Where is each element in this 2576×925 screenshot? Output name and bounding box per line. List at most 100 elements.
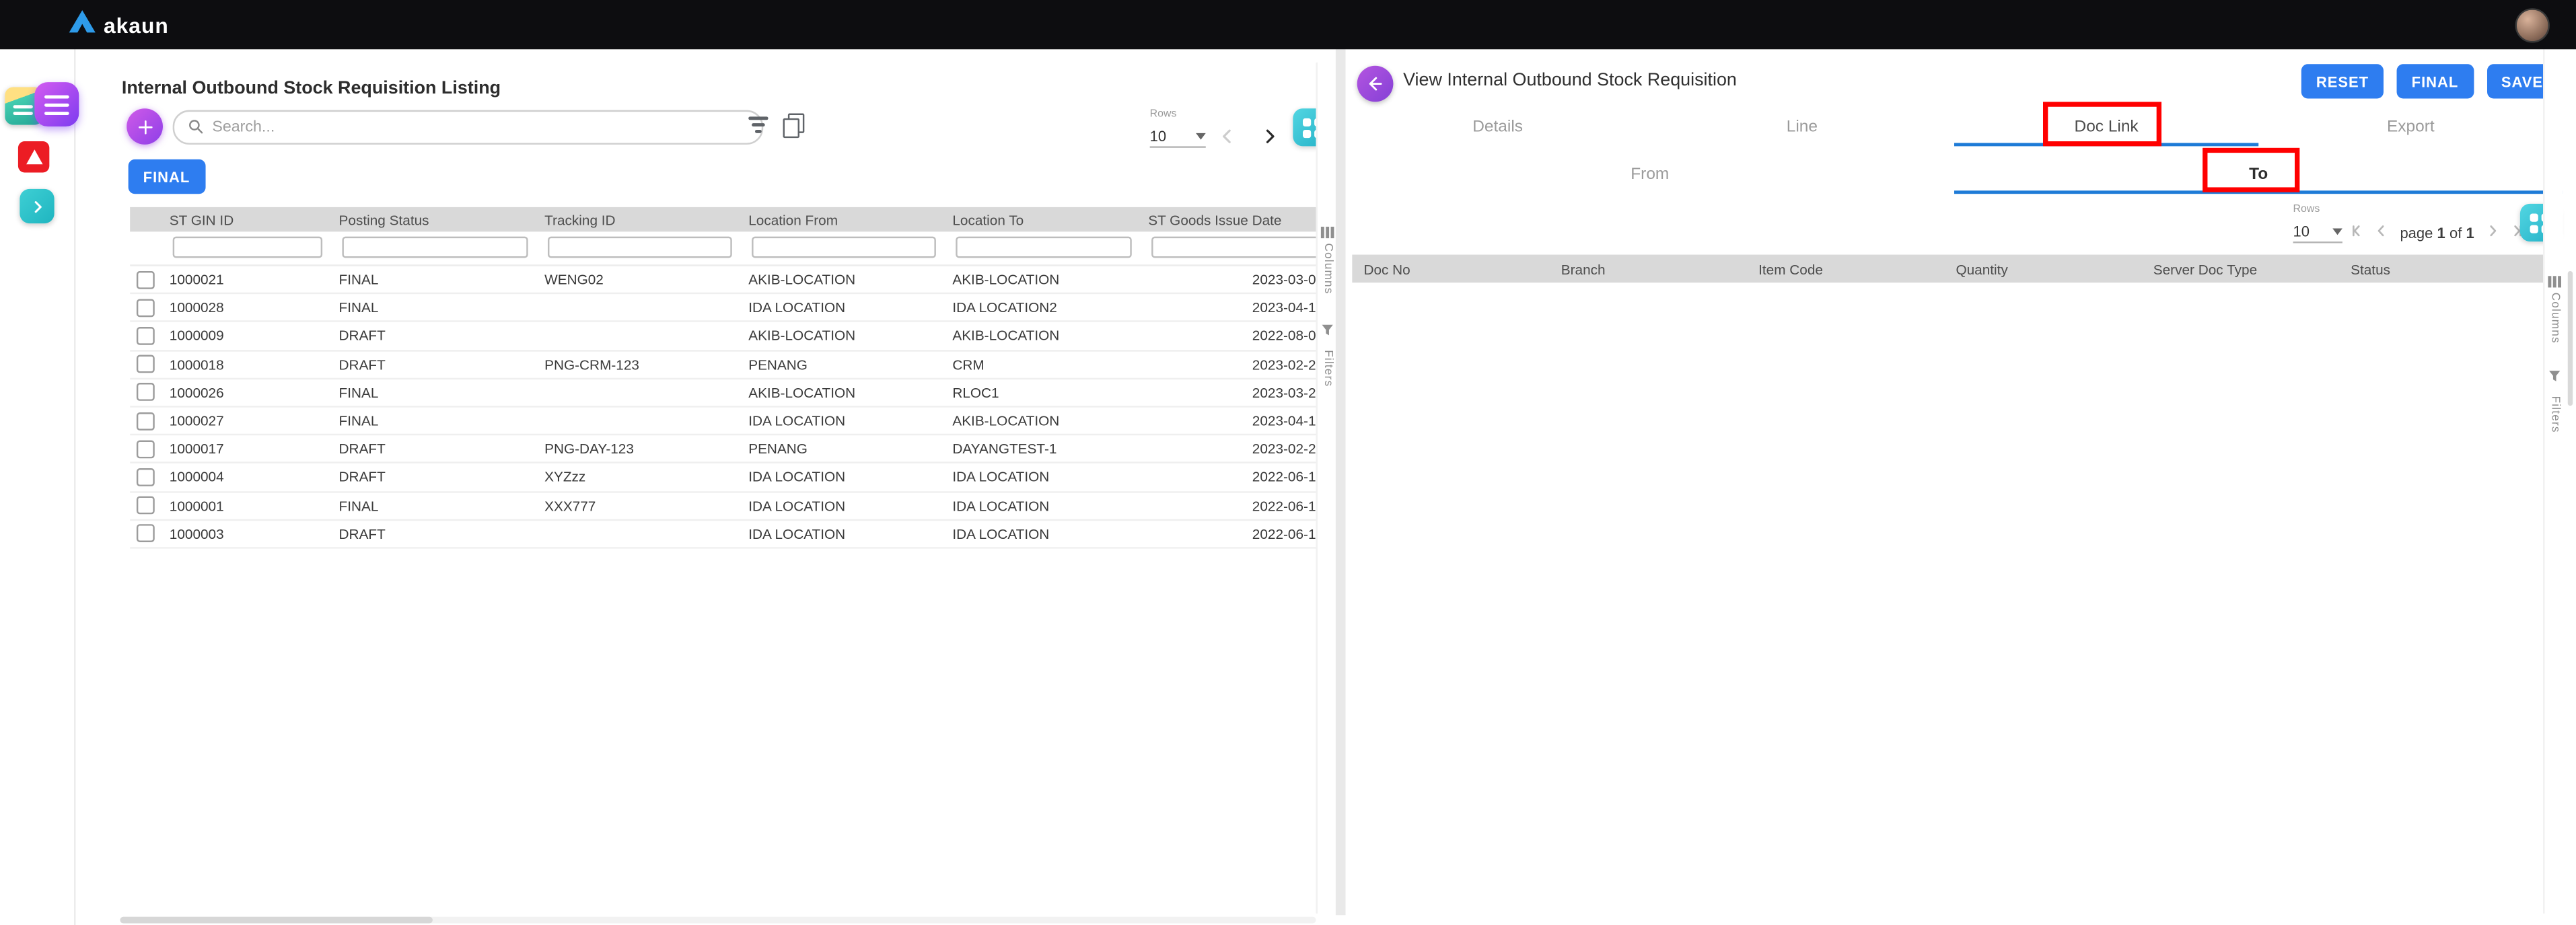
col-header-location-from[interactable]: Location From — [742, 211, 945, 227]
search-input[interactable] — [212, 118, 748, 137]
table-row[interactable]: 1000018 DRAFT PNG-CRM-123 PENANG CRM 202… — [130, 351, 1318, 379]
col-header-location-to[interactable]: Location To — [946, 211, 1142, 227]
row-checkbox[interactable] — [137, 327, 155, 345]
row-checkbox[interactable] — [137, 468, 155, 486]
table-row[interactable]: 1000026 FINAL AKIB-LOCATION RLOC1 2023-0… — [130, 379, 1318, 408]
listing-panel: Internal Outbound Stock Requisition List… — [118, 63, 1336, 914]
next-page-button[interactable] — [2484, 219, 2502, 248]
col-header-server-doc-type[interactable]: Server Doc Type — [2142, 260, 2339, 276]
cell-posting-status: FINAL — [332, 497, 538, 513]
col-header-st-goods-issue-date[interactable]: ST Goods Issue Date — [1141, 211, 1318, 227]
columns-button[interactable]: Columns — [2545, 276, 2565, 343]
pdf-icon[interactable] — [18, 141, 49, 172]
page-indicator: page 1 of 1 — [2400, 225, 2474, 242]
table-row[interactable]: 1000027 FINAL IDA LOCATION AKIB-LOCATION… — [130, 408, 1318, 436]
horizontal-scrollbar[interactable] — [120, 917, 1316, 924]
panel-divider — [1336, 49, 1346, 915]
tab-details[interactable]: Details — [1346, 107, 1650, 147]
filter-input-location-to[interactable] — [956, 237, 1132, 258]
filter-input-posting-status[interactable] — [342, 237, 528, 258]
user-avatar[interactable] — [2515, 7, 2550, 42]
funnel-icon — [1321, 316, 1334, 345]
col-header-item-code[interactable]: Item Code — [1747, 260, 1944, 276]
subtab-from[interactable]: From — [1346, 155, 1954, 194]
expand-sidebar-button[interactable] — [20, 189, 54, 223]
subtab-to[interactable]: To — [1954, 155, 2563, 194]
col-header-st-gin-id[interactable]: ST GIN ID — [163, 211, 332, 227]
row-checkbox[interactable] — [137, 496, 155, 515]
next-page-button[interactable] — [1260, 125, 1279, 155]
cell-tracking-id: WENG02 — [538, 271, 742, 287]
cell-st-goods-issue-date: 2022-08-0 — [1141, 328, 1318, 344]
col-header-quantity[interactable]: Quantity — [1944, 260, 2141, 276]
cell-location-to: AKIB-LOCATION — [946, 271, 1142, 287]
tab-doc-link[interactable]: Doc Link — [1954, 107, 2258, 147]
row-checkbox[interactable] — [137, 412, 155, 430]
table-row[interactable]: 1000001 FINAL XXX777 IDA LOCATION IDA LO… — [130, 492, 1318, 520]
copy-icon[interactable] — [783, 114, 801, 135]
detail-title: View Internal Outbound Stock Requisition — [1403, 71, 1737, 90]
table-row[interactable]: 1000003 DRAFT IDA LOCATION IDA LOCATION … — [130, 520, 1318, 548]
cell-location-to: DAYANGTEST-1 — [946, 441, 1142, 457]
row-checkbox[interactable] — [137, 383, 155, 402]
cell-location-to: IDA LOCATION — [946, 525, 1142, 542]
prev-page-button[interactable] — [1217, 125, 1237, 155]
cell-posting-status: DRAFT — [332, 328, 538, 344]
brand-name: akaun — [104, 12, 169, 37]
filter-list-icon[interactable] — [747, 116, 768, 133]
back-button[interactable] — [1357, 66, 1394, 102]
filter-input-st-gin-id[interactable] — [173, 237, 322, 258]
table-row[interactable]: 1000004 DRAFT XYZzz IDA LOCATION IDA LOC… — [130, 464, 1318, 492]
table-row[interactable]: 1000009 DRAFT AKIB-LOCATION AKIB-LOCATIO… — [130, 323, 1318, 351]
cell-location-from: PENANG — [742, 441, 945, 457]
columns-button[interactable]: Columns — [1318, 227, 1337, 294]
rows-per-page-select[interactable]: 10 — [1150, 125, 1206, 148]
row-checkbox[interactable] — [137, 299, 155, 317]
rows-per-page-select[interactable]: 10 — [2293, 220, 2342, 243]
reset-button[interactable]: RESET — [2301, 64, 2384, 98]
col-header-status[interactable]: Status — [2339, 260, 2536, 276]
cell-posting-status: FINAL — [332, 299, 538, 316]
row-checkbox[interactable] — [137, 525, 155, 543]
rows-label: Rows — [1150, 108, 1206, 120]
tab-line[interactable]: Line — [1650, 107, 1954, 147]
filter-input-st-goods-issue-date[interactable] — [1151, 237, 1318, 258]
vertical-scrollbar[interactable] — [2568, 271, 2573, 406]
filter-input-location-from[interactable] — [752, 237, 936, 258]
cell-location-from: IDA LOCATION — [742, 412, 945, 429]
menu-list-icon[interactable] — [34, 82, 79, 126]
cell-st-goods-issue-date: 2022-06-1 — [1141, 469, 1318, 485]
tab-export[interactable]: Export — [2258, 107, 2563, 147]
filter-input-tracking-id[interactable] — [548, 237, 732, 258]
col-header-tracking-id[interactable]: Tracking ID — [538, 211, 742, 227]
cell-location-from: AKIB-LOCATION — [742, 271, 945, 287]
table-row[interactable]: 1000021 FINAL WENG02 AKIB-LOCATION AKIB-… — [130, 266, 1318, 295]
pagination: page 1 of 1 — [2349, 219, 2526, 248]
first-page-button[interactable] — [2349, 219, 2367, 248]
filters-button[interactable]: Filters — [2545, 361, 2565, 433]
prev-page-button[interactable] — [2372, 219, 2390, 248]
cell-st-gin-id: 1000017 — [163, 441, 332, 457]
col-header-posting-status[interactable]: Posting Status — [332, 211, 538, 227]
row-checkbox[interactable] — [137, 270, 155, 289]
row-checkbox[interactable] — [137, 355, 155, 373]
doc-link-subtabs: From To — [1346, 155, 2563, 194]
row-checkbox[interactable] — [137, 440, 155, 458]
col-header-branch[interactable]: Branch — [1550, 260, 1747, 276]
cell-st-goods-issue-date: 2023-04-1 — [1141, 412, 1318, 429]
cell-st-gin-id: 1000027 — [163, 412, 332, 429]
table-row[interactable]: 1000028 FINAL IDA LOCATION IDA LOCATION2… — [130, 295, 1318, 323]
left-table-side-strip: Columns Filters — [1316, 63, 1336, 914]
detail-actions: RESET FINAL SAVE — [2301, 64, 2558, 98]
final-button[interactable]: FINAL — [2397, 64, 2474, 98]
cell-st-goods-issue-date: 2023-02-2 — [1141, 356, 1318, 372]
doc-link-table-header: Doc No Branch Item Code Quantity Server … — [1352, 255, 2543, 283]
table-header-row: ST GIN ID Posting Status Tracking ID Loc… — [130, 207, 1318, 232]
cell-location-to: IDA LOCATION — [946, 497, 1142, 513]
add-button[interactable] — [127, 108, 163, 145]
cell-location-from: IDA LOCATION — [742, 497, 945, 513]
final-filter-button[interactable]: FINAL — [129, 159, 205, 194]
col-header-doc-no[interactable]: Doc No — [1352, 260, 1549, 276]
filters-button[interactable]: Filters — [1318, 316, 1337, 387]
table-row[interactable]: 1000017 DRAFT PNG-DAY-123 PENANG DAYANGT… — [130, 436, 1318, 464]
